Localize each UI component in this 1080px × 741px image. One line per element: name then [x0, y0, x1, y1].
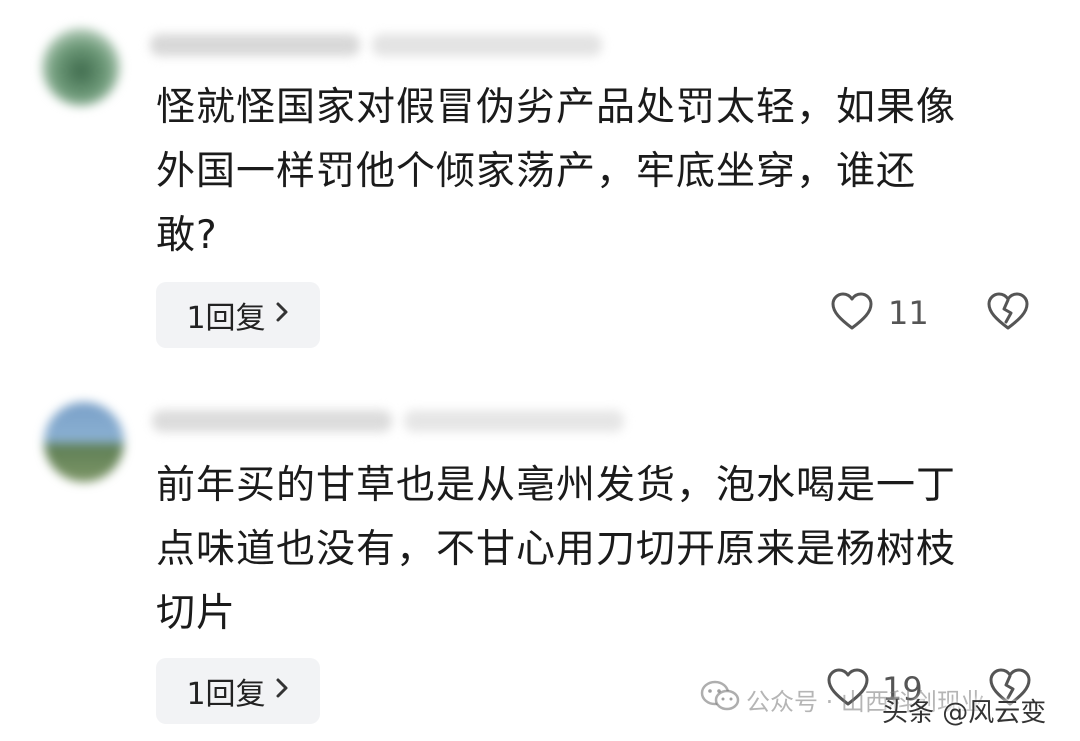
reply-label: 1回复	[186, 677, 266, 712]
broken-heart-icon[interactable]	[986, 292, 1030, 336]
wechat-logo	[700, 680, 740, 716]
username-blurred	[150, 34, 360, 56]
like-count: 11	[888, 294, 929, 332]
location-blurred	[372, 34, 602, 56]
comment-list: 怪就怪国家对假冒伪劣产品处罚太轻，如果像 外国一样罚他个倾家荡产，牢底坐穿，谁还…	[0, 0, 1080, 741]
comment-text: 怪就怪国家对假冒伪劣产品处罚太轻，如果像 外国一样罚他个倾家荡产，牢底坐穿，谁还…	[156, 85, 957, 258]
chevron-right-icon	[274, 676, 290, 707]
avatar[interactable]	[42, 28, 120, 106]
location-blurred	[404, 410, 624, 432]
reply-button[interactable]: 1回复	[156, 658, 320, 724]
toutiao-watermark: 头条 @风云变	[882, 698, 1047, 728]
avatar[interactable]	[44, 402, 124, 482]
reply-label: 1回复	[186, 301, 266, 336]
username-blurred	[152, 410, 392, 432]
chevron-right-icon	[274, 300, 290, 331]
reply-button[interactable]: 1回复	[156, 282, 320, 348]
heart-icon[interactable]	[830, 292, 874, 336]
comment-text: 前年买的甘草也是从亳州发货，泡水喝是一丁 点味道也没有，不甘心用刀切开原来是杨树…	[156, 463, 957, 636]
